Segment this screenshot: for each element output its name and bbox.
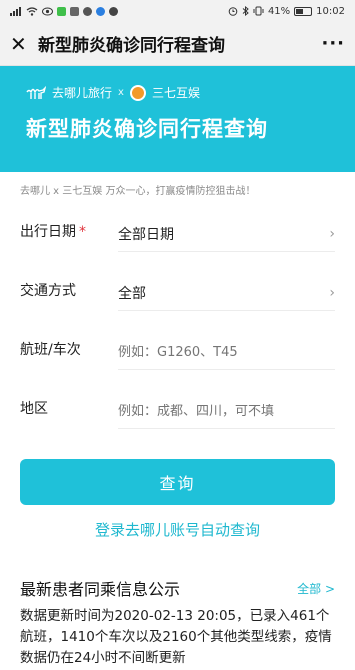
flight-label: 航班/车次 [20, 341, 81, 358]
close-icon[interactable]: ✕ [10, 32, 32, 56]
brand-separator: x [118, 87, 124, 98]
qunar-camel-logo-icon [26, 85, 46, 99]
region-field [118, 395, 335, 429]
record-icon [83, 6, 92, 16]
flight-row: 航班/车次 [0, 319, 355, 378]
page-title: 新型肺炎确诊同行程查询 [38, 36, 225, 56]
date-row[interactable]: 出行日期 * 全部日期 › [0, 201, 355, 260]
brand-name: 去哪儿旅行 [52, 86, 113, 100]
battery-icon [294, 6, 313, 16]
transport-row[interactable]: 交通方式 全部 › [0, 260, 355, 319]
sqsy-logo-icon [129, 84, 146, 101]
banner-title: 新型肺炎确诊同行程查询 [26, 117, 268, 141]
wifi-icon [26, 6, 38, 16]
chat-icon [109, 6, 118, 16]
info-header: 最新患者同乘信息公示 全部 > [0, 576, 355, 600]
more-icon[interactable]: ··· [321, 33, 345, 54]
partner-name: 三七互娱 [151, 86, 200, 100]
date-label: 出行日期 * [20, 221, 118, 241]
status-left-icons [10, 6, 118, 16]
status-bar: 41% 10:02 [0, 0, 355, 22]
status-right-icons: 41% 10:02 [228, 6, 345, 17]
login-auto-query-link[interactable]: 登录去哪儿账号自动查询 [0, 519, 355, 540]
region-label: 地区 [20, 400, 48, 417]
chevron-right-icon: › [329, 285, 335, 301]
slogan: 去哪儿 x 三七互娱 万众一心，打赢疫情防控狙击战！ [20, 186, 256, 197]
region-input[interactable] [118, 403, 335, 419]
view-all-link[interactable]: 全部 > [297, 580, 335, 597]
signal-icon [10, 6, 21, 16]
eye-icon [42, 7, 53, 15]
qq-icon [96, 6, 105, 16]
banner: 去哪儿旅行 x 三七互娱 新型肺炎确诊同行程查询 [0, 66, 355, 172]
flight-input[interactable] [118, 344, 335, 360]
wechat-icon [57, 6, 66, 16]
brand-row: 去哪儿旅行 x 三七互娱 [26, 84, 335, 101]
info-body: 数据更新时间为2020-02-13 20:05，已录入461个航班，1410个车… [20, 608, 332, 666]
query-button[interactable]: 查询 [20, 459, 335, 505]
battery-percent: 41% [267, 5, 291, 17]
chevron-right-icon: › [329, 226, 335, 242]
title-bar: ✕ 新型肺炎确诊同行程查询 ··· [0, 22, 355, 66]
transport-label: 交通方式 [20, 282, 76, 299]
bluetooth-icon [242, 6, 249, 16]
clock: 10:02 [316, 5, 345, 17]
battery-fill [296, 8, 303, 14]
region-row: 地区 [0, 378, 355, 437]
required-mark: * [79, 223, 86, 240]
date-label-text: 出行日期 [20, 223, 76, 240]
date-value: 全部日期 [118, 227, 174, 243]
image-icon [70, 6, 79, 16]
alarm-icon [228, 7, 238, 16]
vibrate-icon [253, 6, 264, 16]
transport-value: 全部 [118, 286, 146, 302]
date-select[interactable]: 全部日期 › [118, 218, 335, 252]
info-title: 最新患者同乘信息公示 [20, 580, 181, 599]
transport-select[interactable]: 全部 › [118, 277, 335, 311]
flight-field [118, 336, 335, 370]
